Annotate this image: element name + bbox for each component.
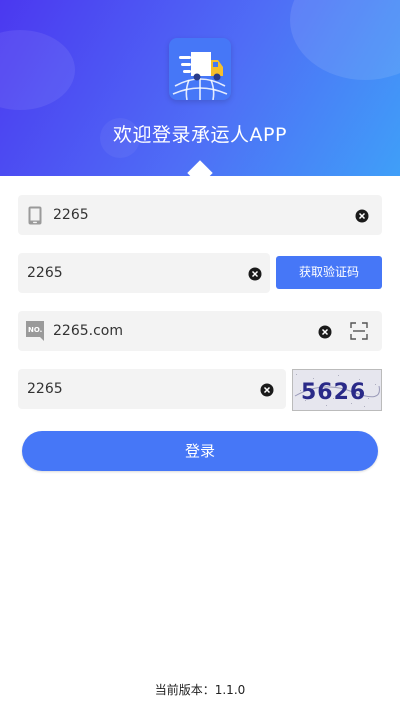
page-title: 欢迎登录承运人APP	[113, 124, 287, 146]
get-sms-code-button[interactable]: 获取验证码	[276, 256, 382, 289]
badge-text: NO.	[28, 326, 42, 334]
version-number: 1.1.0	[214, 683, 246, 697]
decor-blob	[290, 0, 400, 80]
server-field[interactable]: NO. 2265.com	[18, 311, 382, 351]
clear-phone-icon[interactable]	[355, 208, 369, 223]
captcha-text: 5626	[301, 380, 366, 405]
phone-field[interactable]: 2265	[18, 195, 382, 235]
version-label: 当前版本：	[154, 683, 215, 697]
header-banner: 欢迎登录承运人APP	[0, 0, 400, 176]
sms-code-field[interactable]: 2265	[18, 253, 270, 293]
truck-globe-icon	[169, 38, 231, 100]
scan-icon[interactable]	[350, 322, 368, 340]
sms-code-input[interactable]: 2265	[27, 253, 63, 293]
login-button[interactable]: 登录	[22, 431, 378, 471]
captcha-image[interactable]: 5626	[292, 369, 382, 411]
clear-sms-code-icon[interactable]	[248, 266, 262, 281]
server-input[interactable]: 2265.com	[53, 311, 123, 351]
clear-server-icon[interactable]	[318, 324, 332, 339]
captcha-field[interactable]: 2265	[18, 369, 286, 409]
phone-input[interactable]: 2265	[53, 195, 89, 235]
captcha-input[interactable]: 2265	[27, 369, 63, 409]
version-info: 当前版本：1.1.0	[0, 681, 400, 698]
phone-icon	[28, 206, 42, 229]
clear-captcha-icon[interactable]	[260, 382, 274, 397]
number-badge-icon: NO.	[26, 321, 44, 345]
decor-blob	[0, 30, 75, 110]
